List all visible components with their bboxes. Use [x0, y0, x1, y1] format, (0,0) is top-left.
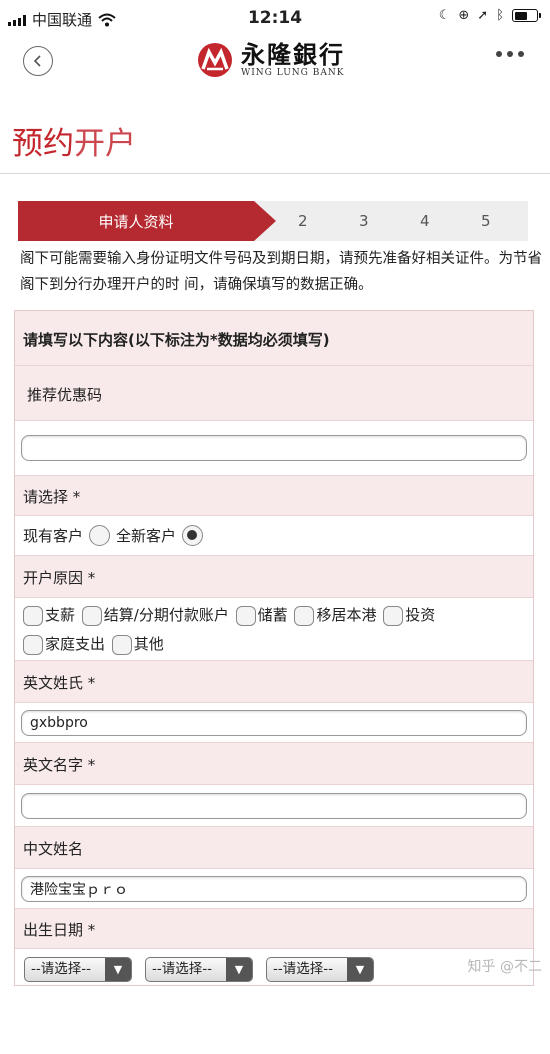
chinese-name-label-row: 中文姓名 — [15, 827, 533, 869]
reason-checkbox-family[interactable] — [23, 634, 43, 655]
chinese-name-input[interactable] — [21, 876, 527, 902]
step-2: 2 — [298, 212, 308, 230]
reason-checkbox-relocate[interactable] — [294, 605, 315, 626]
chinese-name-label: 中文姓名 — [23, 840, 84, 858]
reason-label-row: 开户原因 * — [15, 556, 533, 598]
form-intro-row: 请填写以下内容(以下标注为*数据均必须填写) — [15, 311, 533, 366]
reason-relocate: 移居本港 — [316, 606, 377, 624]
chevron-down-icon: ▼ — [105, 958, 131, 981]
page-title-part1: 预约 — [12, 126, 74, 162]
step-5: 5 — [481, 212, 491, 230]
bank-name-en: WING LUNG BANK — [241, 68, 345, 78]
form-intro: 请填写以下内容(以下标注为*数据均必须填写) — [23, 331, 330, 349]
notice-text: 阁下可能需要输入身份证明文件号码及到期日期，请预先准备好相关证件。为节省阁下到分… — [20, 251, 542, 293]
bank-logo: 永隆銀行 WING LUNG BANK — [197, 42, 345, 78]
rotation-lock-icon: ⊕ — [458, 8, 470, 23]
page-title-part2: 开户 — [74, 126, 136, 162]
referral-input-row — [15, 421, 533, 476]
chevron-left-icon — [33, 55, 41, 67]
bank-logo-icon — [198, 43, 232, 77]
reason-label: 开户原因 * — [23, 569, 96, 587]
customer-type-row: 现有客户 全新客户 — [15, 516, 533, 556]
reason-family: 家庭支出 — [45, 635, 106, 653]
referral-code-input[interactable] — [21, 435, 527, 461]
dob-day-select[interactable]: --请选择-- ▼ — [266, 957, 374, 982]
referral-label-row: 推荐优惠码 — [15, 366, 533, 421]
page-title: 预约开户 — [12, 118, 136, 163]
bank-name-cn: 永隆銀行 — [241, 40, 345, 69]
given-name-label: 英文名字 * — [23, 756, 96, 774]
reason-invest: 投资 — [405, 606, 436, 624]
reason-checkbox-settlement[interactable] — [81, 605, 102, 626]
reason-checkbox-savings[interactable] — [235, 605, 256, 626]
given-name-label-row: 英文名字 * — [15, 743, 533, 785]
customer-type-label: 请选择 * — [23, 488, 81, 506]
dob-label: 出生日期 * — [23, 921, 96, 939]
divider — [0, 173, 550, 174]
surname-input[interactable] — [21, 710, 527, 736]
existing-customer-label: 现有客户 — [23, 527, 84, 545]
location-icon: ➚ — [477, 8, 489, 23]
dob-day-select-value: --请选择-- — [273, 961, 333, 977]
chevron-down-icon: ▼ — [347, 958, 373, 981]
dob-year-select-value: --请选择-- — [31, 961, 91, 977]
chinese-name-input-row — [15, 869, 533, 909]
reason-options-row: 支薪 结算/分期付款账户 储蓄 移居本港 投资 家庭支出 其他 — [15, 598, 533, 661]
dob-select-row: --请选择-- ▼ --请选择-- ▼ --请选择-- ▼ — [15, 949, 533, 985]
application-form: 请填写以下内容(以下标注为*数据均必须填写) 推荐优惠码 请选择 * 现有客户 … — [14, 310, 534, 986]
nav-bar: 永隆銀行 WING LUNG BANK — [0, 36, 550, 90]
existing-customer-radio[interactable] — [89, 525, 111, 546]
reason-checkbox-invest[interactable] — [383, 605, 404, 626]
step-1-active: 申请人资料 — [18, 201, 254, 241]
given-name-input-row — [15, 785, 533, 827]
battery-icon — [512, 9, 541, 22]
surname-label: 英文姓氏 * — [23, 674, 96, 692]
reason-checkbox-other[interactable] — [111, 634, 132, 655]
new-customer-radio[interactable] — [182, 525, 204, 546]
dob-year-select[interactable]: --请选择-- ▼ — [24, 957, 132, 982]
reason-other: 其他 — [133, 635, 164, 653]
reason-settlement: 结算/分期付款账户 — [103, 606, 229, 624]
reason-salary: 支薪 — [45, 606, 76, 624]
step-arrow — [254, 201, 276, 241]
given-name-input[interactable] — [21, 793, 527, 819]
new-customer-label: 全新客户 — [116, 527, 177, 545]
back-button[interactable] — [23, 46, 53, 76]
moon-icon: ☾ — [438, 8, 451, 23]
dob-month-select-value: --请选择-- — [152, 961, 212, 977]
dob-month-select[interactable]: --请选择-- ▼ — [145, 957, 253, 982]
reason-savings: 储蓄 — [257, 606, 288, 624]
referral-label: 推荐优惠码 — [27, 386, 103, 404]
bluetooth-icon: ᛒ — [496, 8, 504, 23]
surname-label-row: 英文姓氏 * — [15, 661, 533, 703]
reason-checkbox-salary[interactable] — [23, 605, 43, 626]
step-3: 3 — [359, 212, 369, 230]
dob-label-row: 出生日期 * — [15, 909, 533, 949]
surname-input-row — [15, 703, 533, 743]
step-4: 4 — [420, 212, 430, 230]
status-bar: 中国联通 12:14 ☾ ⊕ ➚ ᛒ — [0, 0, 550, 36]
chevron-down-icon: ▼ — [226, 958, 252, 981]
customer-type-label-row: 请选择 * — [15, 476, 533, 516]
watermark: 知乎 @不二 — [467, 959, 542, 975]
progress-steps: 申请人资料 2 3 4 5 — [18, 201, 528, 241]
more-button[interactable] — [496, 51, 524, 57]
